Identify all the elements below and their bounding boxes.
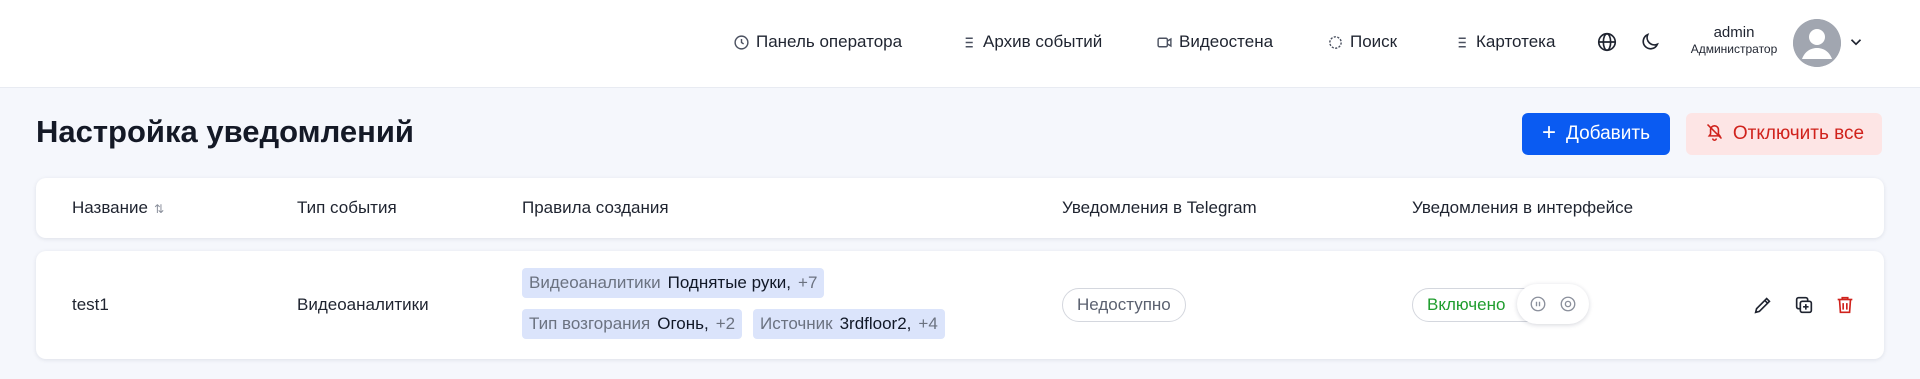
user-info[interactable]: admin Администратор xyxy=(1676,24,1792,56)
sort-icon[interactable]: ⇅ xyxy=(154,202,164,216)
pencil-icon xyxy=(1754,297,1771,314)
rule-value: 3rdfloor2, xyxy=(839,314,912,333)
disable-all-button[interactable]: Отключить все xyxy=(1686,113,1882,155)
column-label: Название xyxy=(72,198,148,217)
rule-key: Видеоаналитики xyxy=(529,273,661,292)
crosshair-icon xyxy=(1327,34,1344,51)
user-avatar-icon xyxy=(1793,19,1841,67)
rule-value: Огонь, xyxy=(657,314,709,333)
interface-mode-toggle xyxy=(1517,284,1589,324)
clock-icon xyxy=(733,34,750,51)
edit-button[interactable] xyxy=(1749,291,1777,319)
nav-label: Архив событий xyxy=(983,32,1103,51)
top-bar: Панель оператора Архив событий Видеостен… xyxy=(0,0,1920,88)
chevron-down-icon[interactable] xyxy=(1845,30,1867,54)
rule-more-count: +4 xyxy=(918,314,938,333)
nav-event-archive[interactable]: Архив событий xyxy=(960,30,1102,54)
column-header-telegram: Уведомления в Telegram xyxy=(1062,198,1257,217)
globe-icon[interactable] xyxy=(1594,29,1620,55)
table-row[interactable]: test1 Видеоаналитики Видеоаналитики Подн… xyxy=(36,251,1884,359)
trash-icon xyxy=(1837,296,1853,314)
row-event-type: Видеоаналитики xyxy=(297,295,429,314)
rule-chip[interactable]: Тип возгорания Огонь, +2 xyxy=(522,309,743,339)
rule-key: Источник xyxy=(760,314,833,333)
rule-more-count: +2 xyxy=(715,314,736,333)
nav-operator-panel[interactable]: Панель оператора xyxy=(733,30,902,54)
plus-icon: + xyxy=(1542,119,1557,146)
video-camera-icon xyxy=(1156,34,1173,51)
rule-chip[interactable]: Видеоаналитики Поднятые руки, +7 xyxy=(522,268,825,298)
interface-status-label: Включено xyxy=(1427,295,1506,314)
telegram-status-badge: Недоступно xyxy=(1062,288,1186,322)
column-header-rules: Правила создания xyxy=(522,198,669,217)
rule-key: Тип возгорания xyxy=(529,314,651,333)
list-icon xyxy=(960,34,977,51)
record-icon[interactable] xyxy=(1557,293,1579,315)
nav-video-wall[interactable]: Видеостена xyxy=(1156,30,1273,54)
rule-chip[interactable]: Источник 3rdfloor2, +4 xyxy=(753,309,945,339)
nav-label: Картотека xyxy=(1476,32,1556,51)
nav-label: Видеостена xyxy=(1179,32,1274,51)
add-button[interactable]: + Добавить xyxy=(1522,113,1670,155)
duplicate-button[interactable] xyxy=(1790,291,1818,319)
page-title: Настройка уведомлений xyxy=(36,114,414,149)
avatar[interactable] xyxy=(1793,19,1841,67)
column-header-event-type: Тип события xyxy=(297,198,397,217)
delete-button[interactable] xyxy=(1831,291,1859,319)
table-header: Название ⇅ Тип события Правила создания У… xyxy=(36,178,1884,238)
nav-label: Поиск xyxy=(1350,32,1398,51)
copy-plus-icon xyxy=(1795,296,1813,314)
nav-card-index[interactable]: Картотека xyxy=(1453,30,1555,54)
bell-off-icon xyxy=(1704,121,1725,148)
nav-search[interactable]: Поиск xyxy=(1327,30,1397,54)
user-name: admin xyxy=(1713,24,1755,41)
column-header-interface: Уведомления в интерфейсе xyxy=(1412,198,1634,217)
list-icon xyxy=(1453,34,1470,51)
rule-value: Поднятые руки, xyxy=(667,273,792,292)
disable-all-label: Отключить все xyxy=(1732,123,1865,144)
nav-label: Панель оператора xyxy=(756,32,903,51)
user-role: Администратор xyxy=(1690,42,1778,56)
row-name: test1 xyxy=(72,295,109,314)
rule-more-count: +7 xyxy=(798,273,818,292)
column-header-name[interactable]: Название ⇅ xyxy=(72,198,164,218)
pause-icon[interactable] xyxy=(1527,293,1549,315)
moon-icon[interactable] xyxy=(1637,29,1663,55)
add-button-label: Добавить xyxy=(1566,123,1650,144)
